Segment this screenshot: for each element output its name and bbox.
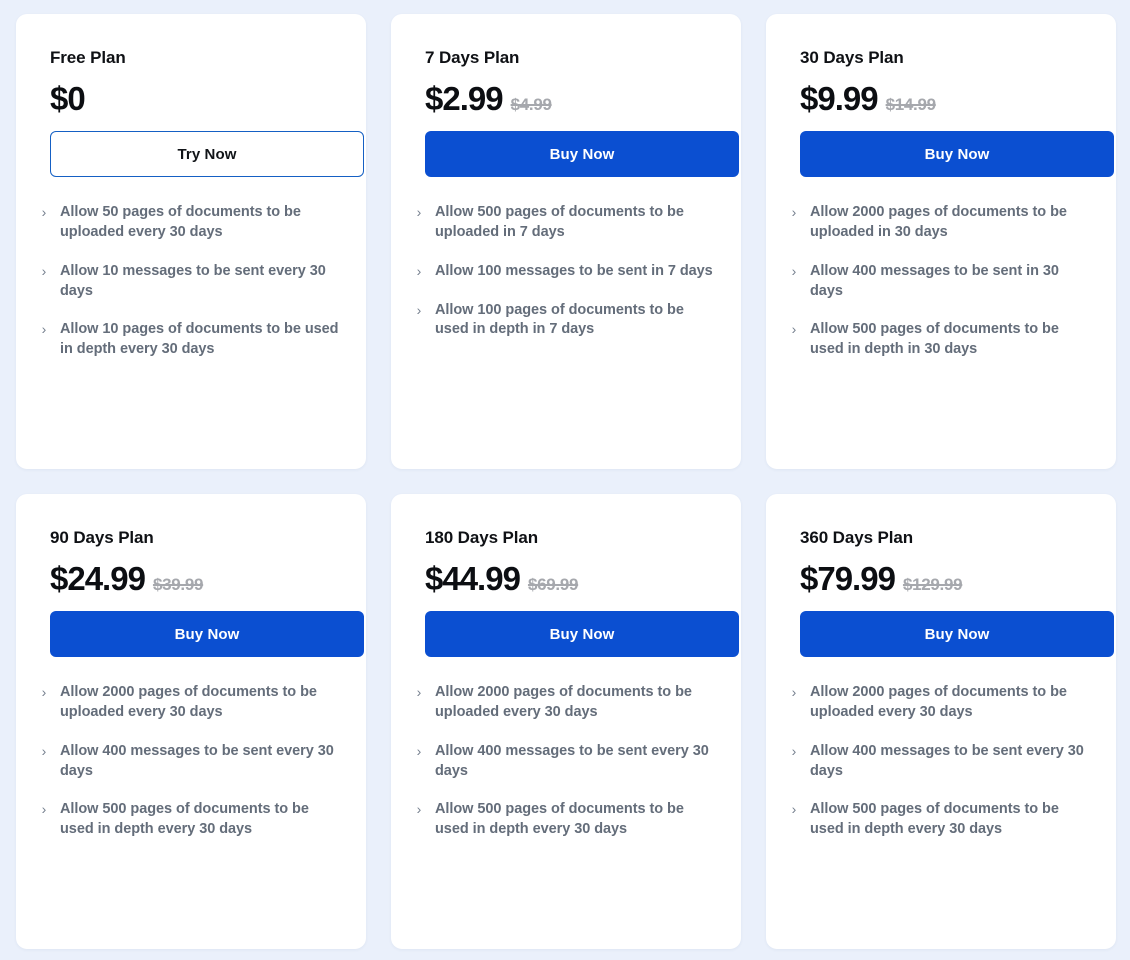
chevron-right-icon: › [791, 684, 797, 701]
plan-feature-text: Allow 2000 pages of documents to be uplo… [810, 684, 1067, 721]
plan-feature-text: Allow 10 messages to be sent every 30 da… [60, 262, 326, 299]
plan-price-original: $4.99 [510, 95, 552, 115]
plan-feature-list: › Allow 500 pages of documents to be uplo… [409, 203, 715, 340]
plan-price-original: $14.99 [885, 95, 937, 115]
plan-feature-item: › Allow 500 pages of documents to be used… [409, 800, 715, 839]
chevron-right-icon: › [791, 801, 797, 818]
plan-feature-item: › Allow 400 messages to be sent in 30 day… [784, 262, 1090, 301]
plan-feature-item: › Allow 50 pages of documents to be uploa… [34, 203, 340, 242]
plan-name: 7 Days Plan [425, 48, 520, 67]
plan-feature-item: › Allow 10 pages of documents to be used … [34, 320, 340, 359]
plan-feature-text: Allow 400 messages to be sent every 30 d… [435, 742, 709, 779]
pricing-plans-grid: Free Plan $0 Try Now › Allow 50 pages of doc… [0, 0, 1130, 949]
plan-feature-item: › Allow 100 messages to be sent in 7 days [409, 262, 715, 282]
plan-price-row: $44.99 $69.99 [425, 562, 715, 595]
plan-feature-text: Allow 400 messages to be sent in 30 days [810, 262, 1059, 299]
try-now-button[interactable]: Try Now [50, 131, 364, 178]
plan-card: 180 Days Plan $44.99 $69.99 Buy Now › Allow 2… [391, 494, 741, 949]
plan-feature-item: › Allow 10 messages to be sent every 30 d… [34, 262, 340, 301]
plan-feature-item: › Allow 500 pages of documents to be uplo… [409, 203, 715, 242]
plan-price-row: $9.99 $14.99 [800, 82, 1090, 115]
plan-price-current: $24.99 [50, 560, 146, 598]
chevron-right-icon: › [416, 301, 422, 318]
plan-feature-list: › Allow 2000 pages of documents to be upl… [784, 683, 1090, 839]
chevron-right-icon: › [416, 262, 422, 279]
chevron-right-icon: › [41, 742, 47, 759]
plan-feature-item: › Allow 2000 pages of documents to be upl… [784, 683, 1090, 722]
plan-price-row: $0 [50, 82, 340, 115]
plan-price-current: $9.99 [800, 80, 879, 118]
chevron-right-icon: › [791, 204, 797, 221]
plan-card: 90 Days Plan $24.99 $39.99 Buy Now › Allow 20… [16, 494, 366, 949]
buy-now-button[interactable]: Buy Now [425, 131, 739, 178]
chevron-right-icon: › [791, 262, 797, 279]
chevron-right-icon: › [41, 204, 47, 221]
plan-feature-list: › Allow 2000 pages of documents to be upl… [409, 683, 715, 839]
plan-feature-item: › Allow 100 pages of documents to be used… [409, 301, 715, 340]
chevron-right-icon: › [416, 742, 422, 759]
plan-price-original: $39.99 [152, 575, 204, 595]
plan-feature-list: › Allow 50 pages of documents to be uploa… [34, 203, 340, 359]
plan-price-current: $2.99 [425, 80, 504, 118]
buy-now-button[interactable]: Buy Now [425, 611, 739, 658]
chevron-right-icon: › [791, 742, 797, 759]
plan-feature-text: Allow 400 messages to be sent every 30 d… [60, 742, 334, 779]
plan-feature-list: › Allow 2000 pages of documents to be upl… [784, 203, 1090, 359]
plan-price-row: $2.99 $4.99 [425, 82, 715, 115]
plan-feature-item: › Allow 400 messages to be sent every 30 … [409, 742, 715, 781]
plan-feature-text: Allow 400 messages to be sent every 30 d… [810, 742, 1084, 779]
plan-feature-text: Allow 500 pages of documents to be used … [810, 321, 1059, 357]
chevron-right-icon: › [416, 204, 422, 221]
plan-feature-text: Allow 500 pages of documents to be uploa… [435, 204, 684, 241]
chevron-right-icon: › [41, 321, 47, 338]
chevron-right-icon: › [791, 321, 797, 338]
plan-feature-item: › Allow 400 messages to be sent every 30 … [34, 742, 340, 781]
plan-name: 30 Days Plan [800, 48, 904, 67]
plan-feature-text: Allow 2000 pages of documents to be uplo… [810, 204, 1067, 241]
plan-feature-item: › Allow 400 messages to be sent every 30 … [784, 742, 1090, 781]
plan-feature-text: Allow 100 pages of documents to be used … [435, 301, 684, 338]
plan-card: 360 Days Plan $79.99 $129.99 Buy Now › Allow … [766, 494, 1116, 949]
chevron-right-icon: › [416, 684, 422, 701]
chevron-right-icon: › [41, 262, 47, 279]
plan-price-current: $44.99 [425, 560, 521, 598]
plan-card: 7 Days Plan $2.99 $4.99 Buy Now › Allow 500 p… [391, 14, 741, 469]
plan-price-current: $79.99 [800, 560, 896, 598]
plan-feature-text: Allow 50 pages of documents to be upload… [60, 204, 301, 241]
plan-feature-text: Allow 500 pages of documents to be used … [810, 801, 1059, 837]
buy-now-button[interactable]: Buy Now [800, 131, 1114, 178]
plan-price-original: $69.99 [527, 575, 579, 595]
plan-price-original: $129.99 [902, 575, 963, 595]
chevron-right-icon: › [416, 801, 422, 818]
plan-feature-text: Allow 500 pages of documents to be used … [435, 801, 684, 837]
buy-now-button[interactable]: Buy Now [50, 611, 364, 658]
plan-feature-text: Allow 2000 pages of documents to be uplo… [435, 684, 692, 721]
plan-feature-text: Allow 10 pages of documents to be used i… [60, 321, 339, 357]
plan-feature-item: › Allow 500 pages of documents to be used… [34, 800, 340, 839]
plan-feature-item: › Allow 2000 pages of documents to be upl… [409, 683, 715, 722]
plan-feature-text: Allow 2000 pages of documents to be uplo… [60, 684, 317, 721]
plan-feature-text: Allow 500 pages of documents to be used … [60, 801, 309, 837]
buy-now-button[interactable]: Buy Now [800, 611, 1114, 658]
plan-name: 180 Days Plan [425, 528, 539, 547]
plan-price-row: $79.99 $129.99 [800, 562, 1090, 595]
plan-feature-item: › Allow 500 pages of documents to be used… [784, 320, 1090, 359]
plan-card: 30 Days Plan $9.99 $14.99 Buy Now › Allow 200… [766, 14, 1116, 469]
plan-name: 90 Days Plan [50, 528, 154, 547]
plan-card: Free Plan $0 Try Now › Allow 50 pages of doc… [16, 14, 366, 469]
plan-name: 360 Days Plan [800, 528, 914, 547]
plan-feature-item: › Allow 2000 pages of documents to be upl… [784, 203, 1090, 242]
plan-name: Free Plan [50, 48, 126, 67]
plan-feature-list: › Allow 2000 pages of documents to be upl… [34, 683, 340, 839]
plan-price-row: $24.99 $39.99 [50, 562, 340, 595]
plan-feature-text: Allow 100 messages to be sent in 7 days [435, 262, 713, 279]
plan-price-current: $0 [50, 80, 86, 118]
chevron-right-icon: › [41, 801, 47, 818]
plan-feature-item: › Allow 2000 pages of documents to be upl… [34, 683, 340, 722]
chevron-right-icon: › [41, 684, 47, 701]
plan-feature-item: › Allow 500 pages of documents to be used… [784, 800, 1090, 839]
